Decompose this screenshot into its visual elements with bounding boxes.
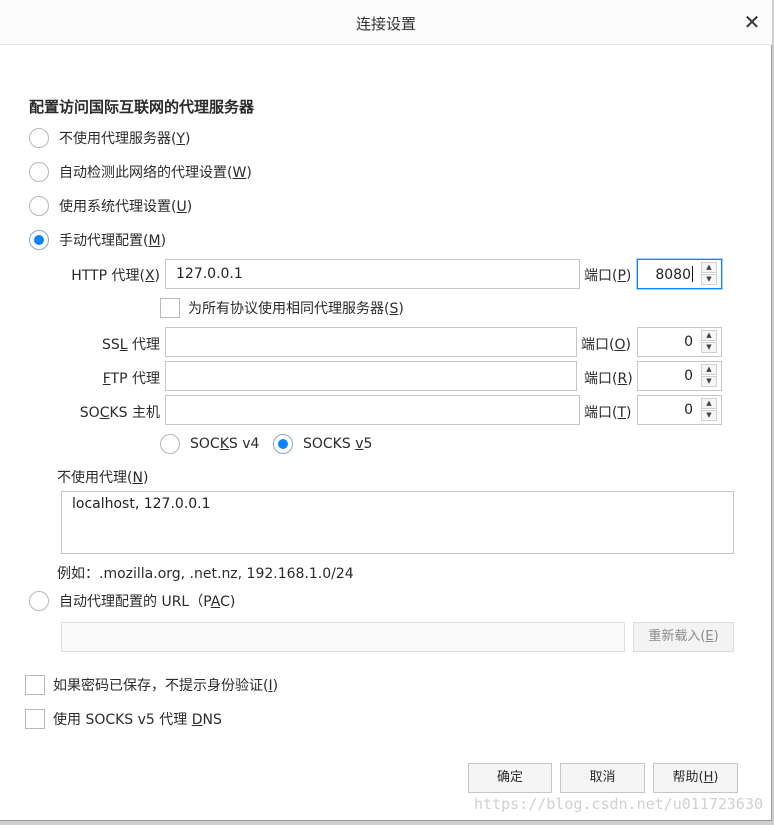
radio-label: 手动代理配置(M) bbox=[59, 233, 167, 249]
http-proxy-input[interactable]: 127.0.0.1 bbox=[165, 259, 580, 289]
radio-label: 不使用代理服务器(Y) bbox=[59, 131, 191, 147]
no-proxy-example: 例如：.mozilla.org, .net.nz, 192.168.1.0/24 bbox=[57, 566, 354, 582]
close-button[interactable]: ✕ bbox=[740, 10, 764, 34]
ok-button[interactable]: 确定 bbox=[468, 763, 552, 793]
same-proxy-checkbox-row[interactable]: 为所有协议使用相同代理服务器(S) bbox=[160, 298, 404, 318]
no-auth-prompt-checkbox-row[interactable]: 如果密码已保存，不提示身份验证(I) bbox=[25, 675, 278, 695]
http-port-spinner[interactable]: ▲ ▼ bbox=[701, 262, 719, 286]
spin-down-icon[interactable]: ▼ bbox=[701, 376, 717, 387]
radio-label: 使用系统代理设置(U) bbox=[59, 199, 193, 215]
radio-auto-detect[interactable]: 自动检测此网络的代理设置(W) bbox=[29, 162, 252, 182]
ssl-port-spinner[interactable]: ▲ ▼ bbox=[701, 330, 719, 354]
ftp-port-value: 0 bbox=[684, 368, 693, 384]
no-proxy-label: 不使用代理(N) bbox=[57, 470, 149, 486]
section-heading: 配置访问国际互联网的代理服务器 bbox=[29, 98, 255, 116]
socks-host-label: SOCKS 主机 bbox=[79, 405, 160, 421]
spin-up-icon[interactable]: ▲ bbox=[701, 364, 717, 375]
ssl-proxy-input[interactable] bbox=[165, 327, 577, 357]
radio-manual-proxy[interactable]: 手动代理配置(M) bbox=[29, 230, 166, 250]
radio-control[interactable] bbox=[29, 230, 49, 250]
same-proxy-checkbox[interactable] bbox=[160, 298, 180, 318]
socks-port-input[interactable]: 0 ▲ ▼ bbox=[637, 395, 722, 425]
ftp-port-label: 端口(R) bbox=[584, 371, 633, 387]
ftp-proxy-input[interactable] bbox=[165, 361, 577, 391]
radio-label: SOCKS v5 bbox=[303, 436, 373, 452]
http-port-label: 端口(P) bbox=[584, 268, 632, 284]
socks-port-label: 端口(T) bbox=[584, 405, 632, 421]
dialog-title: 连接设置 bbox=[355, 15, 416, 33]
http-proxy-label: HTTP 代理(X) bbox=[71, 268, 160, 284]
radio-control[interactable] bbox=[273, 434, 293, 454]
radio-control[interactable] bbox=[29, 162, 49, 182]
spin-up-icon[interactable]: ▲ bbox=[701, 262, 717, 273]
radio-socks-v4[interactable]: SOCKS v4 bbox=[160, 434, 259, 454]
spin-down-icon[interactable]: ▼ bbox=[701, 410, 717, 421]
socks-port-value: 0 bbox=[684, 402, 693, 418]
spin-down-icon[interactable]: ▼ bbox=[701, 274, 717, 285]
close-icon: ✕ bbox=[743, 10, 761, 34]
radio-label: 自动检测此网络的代理设置(W) bbox=[59, 165, 252, 181]
spin-down-icon[interactable]: ▼ bbox=[701, 342, 717, 353]
socks-dns-checkbox[interactable] bbox=[25, 709, 45, 729]
no-auth-prompt-label: 如果密码已保存，不提示身份验证(I) bbox=[53, 678, 279, 694]
radio-control[interactable] bbox=[160, 434, 180, 454]
spin-up-icon[interactable]: ▲ bbox=[701, 330, 717, 341]
ssl-proxy-label: SSL 代理 bbox=[101, 337, 160, 353]
radio-control[interactable] bbox=[29, 196, 49, 216]
ftp-port-spinner[interactable]: ▲ ▼ bbox=[701, 364, 719, 388]
ssl-port-label: 端口(O) bbox=[581, 337, 631, 353]
socks-dns-label: 使用 SOCKS v5 代理 DNS bbox=[53, 712, 222, 728]
help-button[interactable]: 帮助(H) bbox=[653, 763, 738, 793]
spin-up-icon[interactable]: ▲ bbox=[701, 398, 717, 409]
radio-system-proxy[interactable]: 使用系统代理设置(U) bbox=[29, 196, 192, 216]
socks-host-input[interactable] bbox=[165, 395, 580, 425]
ssl-port-input[interactable]: 0 ▲ ▼ bbox=[637, 327, 722, 357]
reload-button[interactable]: 重新载入(E) bbox=[633, 622, 734, 652]
connection-settings-dialog: 连接设置 ✕ 配置访问国际互联网的代理服务器 不使用代理服务器(Y) 自动检测此… bbox=[0, 0, 772, 821]
socks-dns-checkbox-row[interactable]: 使用 SOCKS v5 代理 DNS bbox=[25, 709, 222, 729]
radio-control[interactable] bbox=[29, 591, 49, 611]
ftp-port-input[interactable]: 0 ▲ ▼ bbox=[637, 361, 722, 391]
radio-socks-v5[interactable]: SOCKS v5 bbox=[273, 434, 372, 454]
http-port-input[interactable]: 8080 ▲ ▼ bbox=[637, 259, 722, 289]
same-proxy-label: 为所有协议使用相同代理服务器(S) bbox=[188, 301, 404, 317]
cancel-button[interactable]: 取消 bbox=[560, 763, 645, 793]
ssl-port-value: 0 bbox=[684, 334, 693, 350]
no-proxy-textarea[interactable]: localhost, 127.0.0.1 bbox=[61, 491, 734, 554]
radio-pac-url[interactable]: 自动代理配置的 URL（PAC) bbox=[29, 591, 235, 611]
ftp-proxy-label: FTP 代理 bbox=[102, 371, 160, 387]
window-bottom-edge bbox=[0, 821, 774, 825]
title-bar: 连接设置 ✕ bbox=[0, 0, 772, 45]
radio-no-proxy[interactable]: 不使用代理服务器(Y) bbox=[29, 128, 191, 148]
radio-label: SOCKS v4 bbox=[190, 436, 260, 452]
no-auth-prompt-checkbox[interactable] bbox=[25, 675, 45, 695]
radio-control[interactable] bbox=[29, 128, 49, 148]
watermark-text: https://blog.csdn.net/u011723630 bbox=[474, 795, 763, 813]
socks-port-spinner[interactable]: ▲ ▼ bbox=[701, 398, 719, 422]
http-port-value: 8080 bbox=[655, 266, 693, 283]
pac-url-input[interactable] bbox=[61, 622, 625, 652]
radio-label: 自动代理配置的 URL（PAC) bbox=[59, 594, 236, 610]
